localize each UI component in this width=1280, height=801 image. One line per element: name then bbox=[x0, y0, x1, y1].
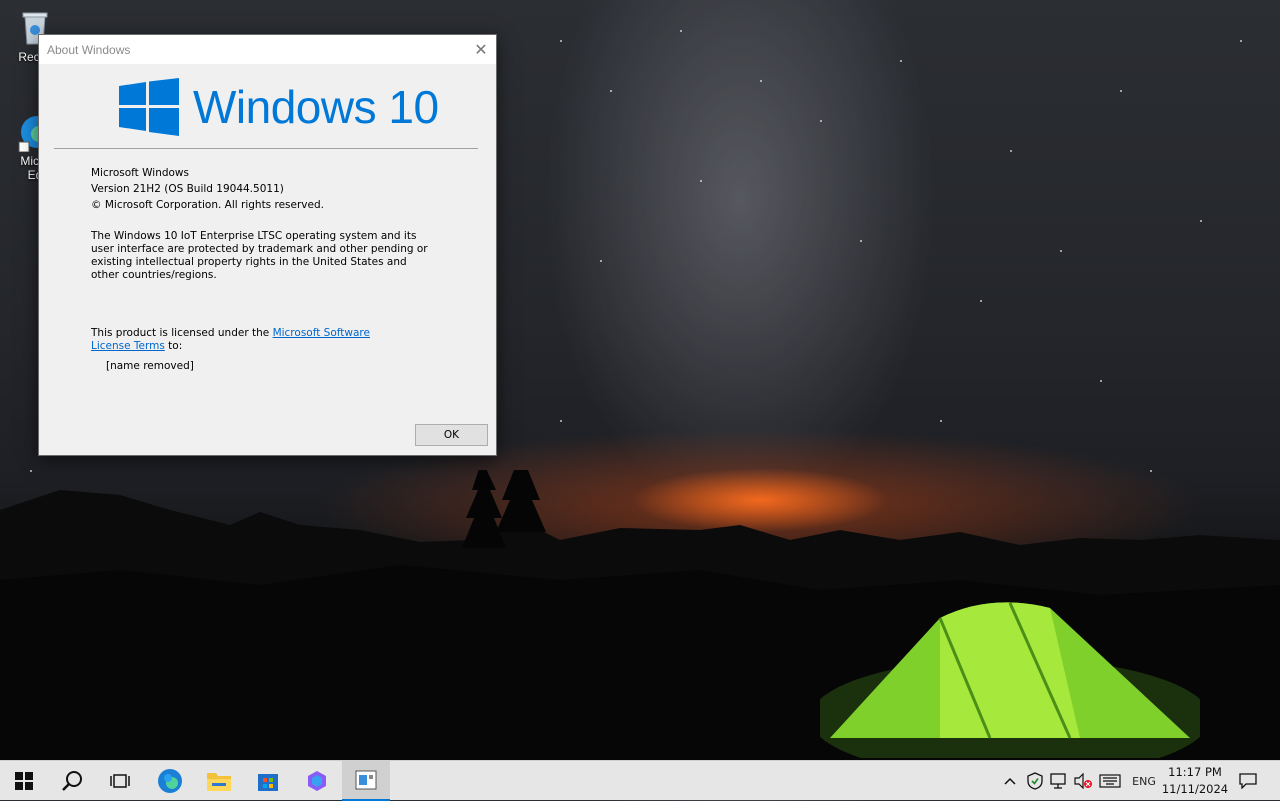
windows-wordmark: Windows 10 bbox=[193, 81, 439, 133]
search-button[interactable] bbox=[48, 761, 96, 801]
taskbar-file-explorer-button[interactable] bbox=[195, 761, 243, 801]
dialog-title: About Windows bbox=[47, 43, 131, 57]
license-suffix: to: bbox=[164, 340, 183, 352]
store-icon bbox=[258, 774, 278, 791]
edge-icon bbox=[158, 769, 182, 793]
volume-muted-icon bbox=[1074, 773, 1092, 789]
close-button[interactable]: ✕ bbox=[466, 35, 496, 64]
touch-keyboard-button[interactable] bbox=[1097, 761, 1123, 801]
notification-icon bbox=[1239, 773, 1257, 789]
search-icon bbox=[62, 771, 82, 791]
taskbar-copilot-button[interactable] bbox=[293, 761, 341, 801]
show-hidden-icons-button[interactable] bbox=[1000, 761, 1020, 801]
copyright-text: © Microsoft Corporation. All rights rese… bbox=[91, 199, 324, 211]
version-text: Version 21H2 (OS Build 19044.5011) bbox=[91, 183, 284, 195]
about-windows-dialog: About Windows ✕ Windows 10 Microsoft Win… bbox=[38, 34, 497, 456]
taskbar-store-button[interactable] bbox=[244, 761, 292, 801]
security-tray-button[interactable] bbox=[1024, 761, 1046, 801]
chevron-up-icon bbox=[1004, 777, 1016, 785]
task-view-icon bbox=[110, 774, 130, 788]
product-name: Microsoft Windows bbox=[91, 167, 189, 179]
windows-logo: Windows 10 bbox=[119, 77, 439, 137]
clock-date: 11/11/2024 bbox=[1161, 782, 1229, 796]
network-icon bbox=[1050, 773, 1066, 789]
start-button[interactable] bbox=[0, 761, 48, 801]
taskbar-edge-button[interactable] bbox=[146, 761, 194, 801]
task-view-button[interactable] bbox=[96, 761, 144, 801]
windows-flag-icon bbox=[119, 78, 179, 136]
clock-time: 11:17 PM bbox=[1168, 765, 1222, 779]
file-explorer-icon bbox=[207, 773, 231, 791]
action-center-button[interactable] bbox=[1234, 761, 1262, 801]
tent-illustration bbox=[820, 602, 1200, 758]
ok-button[interactable]: OK bbox=[415, 424, 488, 446]
license-prefix: This product is licensed under the bbox=[91, 327, 273, 339]
licensed-user: [name removed] bbox=[106, 360, 194, 372]
shield-icon bbox=[1027, 772, 1043, 790]
dialog-titlebar[interactable]: About Windows ✕ bbox=[39, 35, 496, 64]
copilot-icon bbox=[308, 771, 326, 791]
winver-icon bbox=[355, 770, 377, 790]
taskbar-winver-button[interactable] bbox=[342, 761, 390, 801]
start-icon bbox=[15, 772, 33, 790]
keyboard-icon bbox=[1099, 774, 1121, 788]
divider bbox=[54, 148, 478, 149]
clock[interactable]: 11:17 PM 11/11/2024 bbox=[1160, 764, 1230, 798]
network-tray-button[interactable] bbox=[1048, 761, 1070, 801]
taskbar: ENG 11:17 PM 11/11/2024 bbox=[0, 760, 1280, 801]
close-icon: ✕ bbox=[474, 40, 488, 59]
volume-tray-button[interactable] bbox=[1072, 761, 1094, 801]
input-language-button[interactable]: ENG bbox=[1126, 761, 1162, 801]
legal-text: The Windows 10 IoT Enterprise LTSC opera… bbox=[91, 230, 428, 281]
version-info: Microsoft Windows Version 21H2 (OS Build… bbox=[91, 165, 431, 213]
license-statement: This product is licensed under the Micro… bbox=[91, 327, 411, 353]
